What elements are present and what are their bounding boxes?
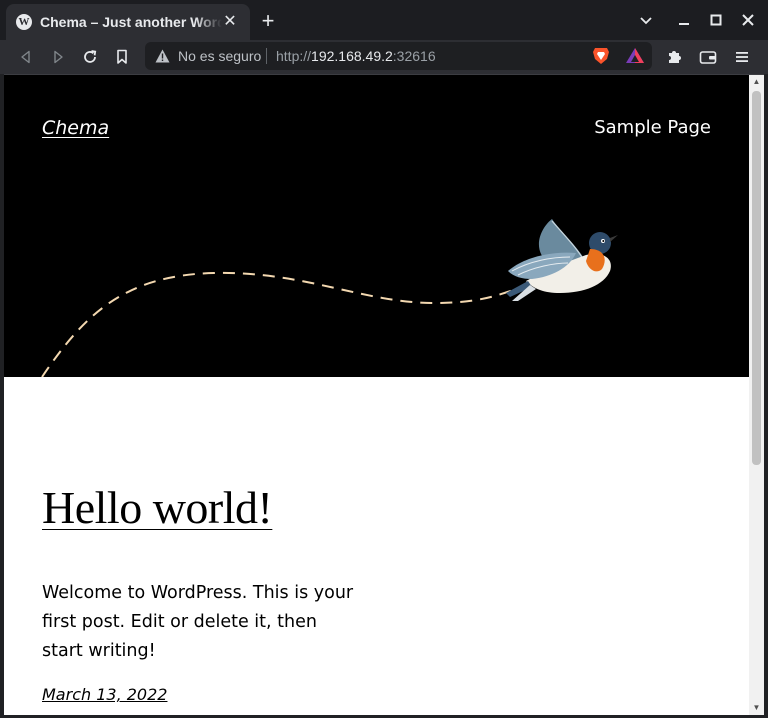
scroll-thumb[interactable] <box>752 91 761 465</box>
title-bar: W Chema – Just another WordPress site ✕ … <box>0 0 768 40</box>
window-frame-left <box>0 74 4 718</box>
reload-icon <box>84 50 97 63</box>
address-bar[interactable]: No es seguro http://192.168.49.2:32616 <box>145 42 652 70</box>
bookmark-button[interactable] <box>110 45 134 69</box>
post-date-link[interactable]: March 13, 2022 <box>42 685 167 704</box>
brave-rewards-button[interactable] <box>625 46 645 66</box>
post-title-link[interactable]: Hello world! <box>42 481 273 534</box>
wallet-icon <box>699 51 717 64</box>
maximize-button[interactable] <box>704 8 728 32</box>
url-scheme: http:// <box>276 48 312 64</box>
flight-path <box>41 271 517 377</box>
scroll-down-arrow[interactable]: ▼ <box>749 701 764 715</box>
close-window-button[interactable] <box>736 8 760 32</box>
wallet-button[interactable] <box>696 45 720 69</box>
main-menu-button[interactable] <box>730 45 754 69</box>
url-text[interactable]: http://192.168.49.2:32616 <box>276 48 436 64</box>
extensions-icon <box>669 51 681 63</box>
browser-toolbar: No es seguro http://192.168.49.2:32616 <box>0 40 768 75</box>
reload-button[interactable] <box>78 45 102 69</box>
forward-icon <box>54 50 63 64</box>
hero-illustration <box>41 219 618 377</box>
security-label[interactable]: No es seguro <box>178 48 261 64</box>
window-frame-right <box>764 74 768 718</box>
close-icon <box>742 14 754 26</box>
warning-icon <box>155 49 170 63</box>
bird-illustration <box>506 219 618 301</box>
maximize-icon <box>710 14 722 26</box>
bookmark-icon <box>117 49 127 64</box>
wordpress-icon: W <box>16 14 32 30</box>
tab-close-button[interactable]: ✕ <box>222 14 238 30</box>
page-scrollbar[interactable]: ▲ ▼ <box>749 75 764 715</box>
post-excerpt: Welcome to WordPress. This is your first… <box>42 583 354 661</box>
back-icon <box>21 50 30 64</box>
extensions-button[interactable] <box>662 45 686 69</box>
brave-shields-icon <box>593 48 609 64</box>
brave-shields-button[interactable] <box>591 46 611 66</box>
scroll-up-arrow[interactable]: ▲ <box>749 75 764 89</box>
site-header-hero: Chema Sample Page <box>4 75 749 377</box>
forward-button[interactable] <box>46 45 70 69</box>
menu-icon <box>736 52 748 62</box>
tab-search-button[interactable] <box>634 8 658 32</box>
brave-rewards-icon <box>626 48 644 63</box>
minimize-icon <box>679 23 689 25</box>
chevron-down-icon <box>640 17 652 25</box>
url-host: 192.168.49.2 <box>311 48 393 64</box>
url-port: :32616 <box>392 48 436 64</box>
minimize-button[interactable] <box>672 8 696 32</box>
back-button[interactable] <box>14 45 38 69</box>
omnibox-divider <box>266 48 267 64</box>
browser-tab[interactable]: W Chema – Just another WordPress site ✕ <box>6 4 250 40</box>
page-viewport: Chema Sample Page Hello world! Welcome t… <box>4 75 749 715</box>
tab-title: Chema – Just another WordPress site <box>40 14 222 30</box>
new-tab-button[interactable]: + <box>256 10 280 34</box>
